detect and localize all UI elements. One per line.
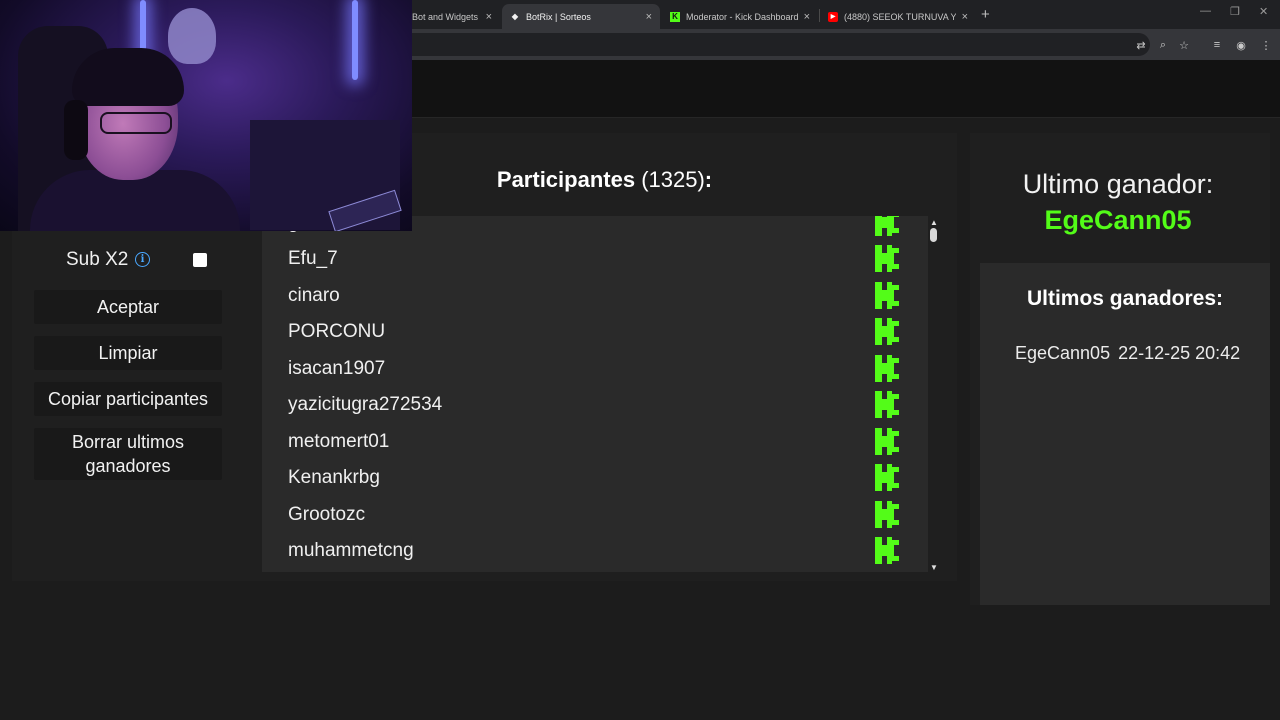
glasses: [100, 112, 172, 134]
list-item[interactable]: PORCONU: [262, 315, 928, 351]
headset: [64, 100, 88, 160]
kick-logo-icon: [875, 355, 899, 382]
delete-winners-button[interactable]: Borrar ultimos ganadores: [34, 428, 222, 480]
tab-label: BotRix | Sorteos: [526, 11, 591, 22]
participants-scrollbar[interactable]: ▲ ▼: [928, 216, 940, 572]
new-tab-button[interactable]: +: [981, 6, 990, 23]
participant-name: muhammetcng: [288, 540, 414, 561]
tab-label: (4880) SEEOK TURNUVA YAYINI: [844, 11, 956, 22]
scroll-thumb[interactable]: [930, 228, 937, 242]
list-item[interactable]: cinaro: [262, 279, 928, 315]
close-icon[interactable]: ×: [486, 11, 492, 23]
raffle-options-panel: Sub X2 i Aceptar Limpiar Copiar particip…: [12, 231, 252, 581]
kick-logo-icon: [875, 391, 899, 418]
participant-name: Kenankrbg: [288, 467, 380, 488]
tab-bot-and-widgets[interactable]: Bot and Widgets ×: [404, 4, 500, 29]
scroll-down-icon[interactable]: ▼: [930, 563, 938, 572]
list-item[interactable]: isacan1907: [262, 352, 928, 388]
zoom-icon[interactable]: ⌕: [1156, 38, 1170, 52]
tab-label: Moderator - Kick Dashboard: [686, 11, 798, 22]
info-icon[interactable]: i: [135, 252, 150, 267]
winners-panel: Ultimo ganador: EgeCann05 Ultimos ganado…: [970, 133, 1270, 605]
profile-icon[interactable]: ◉: [1234, 38, 1248, 52]
participant-name: cinaro: [288, 285, 340, 306]
sub-x2-checkbox[interactable]: [193, 253, 207, 267]
winner-entry-date: 22-12-25 20:42: [1118, 343, 1241, 363]
participant-name: isacan1907: [288, 358, 386, 379]
window-close-icon[interactable]: ✕: [1259, 5, 1268, 18]
close-icon[interactable]: ×: [804, 11, 810, 23]
kick-logo-icon: [875, 464, 899, 491]
accept-button[interactable]: Aceptar: [34, 290, 222, 324]
kick-logo-icon: [875, 216, 899, 236]
kick-logo-icon: [875, 501, 899, 528]
streamer-hair: [72, 48, 184, 106]
list-item[interactable]: Kenankrbg: [262, 461, 928, 497]
winners-history-title: Ultimos ganadores:: [1026, 287, 1224, 310]
close-icon[interactable]: ×: [962, 11, 968, 23]
participants-list[interactable]: gamerbaba12 Efu_7 cinaro PORCONU isacan1…: [262, 216, 928, 572]
list-item[interactable]: yazicitugra272534: [262, 388, 928, 424]
kick-logo-icon: [875, 537, 899, 564]
list-item[interactable]: metomert01: [262, 425, 928, 461]
star-icon[interactable]: ☆: [1177, 38, 1191, 52]
tab-youtube[interactable]: ▶ (4880) SEEOK TURNUVA YAYINI ×: [820, 4, 976, 29]
scroll-up-icon[interactable]: ▲: [930, 218, 938, 227]
address-bar[interactable]: [400, 33, 1150, 56]
kick-logo-icon: [875, 245, 899, 272]
webcam-overlay: [0, 0, 412, 231]
kick-logo-icon: [875, 318, 899, 345]
last-winner-name: EgeCann05: [1044, 205, 1192, 235]
winners-history: Ultimos ganadores: EgeCann05 22-12-25 20:…: [980, 263, 1270, 605]
clear-button[interactable]: Limpiar: [34, 336, 222, 370]
participants-title-text: Participantes: [496, 167, 636, 192]
menu-icon[interactable]: ⋮: [1259, 38, 1273, 52]
kick-logo-icon: [875, 428, 899, 455]
participant-name: PORCONU: [288, 321, 386, 342]
botrix-icon: ◆: [511, 12, 519, 21]
list-item[interactable]: Efu_7: [262, 242, 928, 278]
participant-name: Grootozc: [288, 504, 366, 525]
participant-name: Efu_7: [288, 248, 338, 269]
list-item[interactable]: Grootozc: [262, 498, 928, 534]
kick-icon: K: [670, 11, 680, 22]
translate-icon[interactable]: ⇄: [1134, 38, 1148, 52]
tab-botrix-sorteos[interactable]: ◆ BotRix | Sorteos ×: [502, 4, 660, 29]
participants-title-colon: :: [704, 167, 713, 192]
sub-x2-label: Sub X2: [66, 249, 129, 270]
tab-label: Bot and Widgets: [412, 11, 479, 22]
last-winner-section: Ultimo ganador: EgeCann05: [970, 133, 1270, 263]
maximize-icon[interactable]: ❐: [1230, 5, 1240, 18]
participant-name: metomert01: [288, 431, 390, 452]
skull-decoration: [168, 8, 216, 64]
participant-name: yazicitugra272534: [288, 394, 443, 415]
last-winner-title: Ultimo ganador:: [1022, 169, 1214, 199]
copy-participants-button[interactable]: Copiar participantes: [34, 382, 222, 416]
neon-light: [352, 0, 358, 80]
winner-entry-name: EgeCann05: [1015, 343, 1111, 363]
media-icon[interactable]: ≡: [1210, 38, 1224, 52]
minimize-icon[interactable]: —: [1200, 5, 1211, 17]
winner-entry: EgeCann05 22-12-25 20:42: [1015, 343, 1240, 364]
list-item[interactable]: muhammetcng: [262, 534, 928, 570]
tab-kick-dashboard[interactable]: K Moderator - Kick Dashboard ×: [662, 4, 818, 29]
participants-count: (1325): [641, 167, 705, 192]
kick-logo-icon: [875, 282, 899, 309]
youtube-icon: ▶: [828, 11, 838, 22]
close-icon[interactable]: ×: [646, 11, 652, 23]
